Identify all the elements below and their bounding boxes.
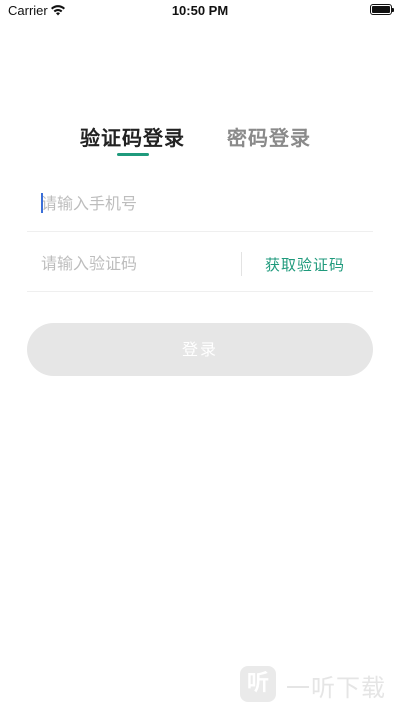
- verification-code-input[interactable]: [41, 234, 231, 292]
- tab-sms-login[interactable]: 验证码登录: [80, 122, 185, 151]
- login-tabs: 验证码登录 密码登录: [0, 122, 400, 162]
- watermark-logo-icon: 听: [240, 666, 276, 702]
- status-time: 10:50 PM: [171, 3, 229, 18]
- code-field-row: 获取验证码: [27, 234, 373, 292]
- watermark-logo-text: 听: [246, 671, 269, 696]
- phone-input[interactable]: [41, 174, 361, 232]
- login-button[interactable]: 登录: [27, 323, 373, 376]
- tab-active-indicator: [117, 153, 149, 156]
- tab-password-login[interactable]: 密码登录: [227, 122, 311, 151]
- phone-field-row: [27, 174, 373, 232]
- watermark-text: 一听下载: [286, 674, 386, 702]
- text-caret: [41, 193, 43, 213]
- status-bar: Carrier 10:50 PM: [0, 0, 400, 22]
- get-code-button[interactable]: 获取验证码: [265, 254, 345, 275]
- battery-icon: [370, 4, 394, 15]
- field-divider: [241, 252, 242, 276]
